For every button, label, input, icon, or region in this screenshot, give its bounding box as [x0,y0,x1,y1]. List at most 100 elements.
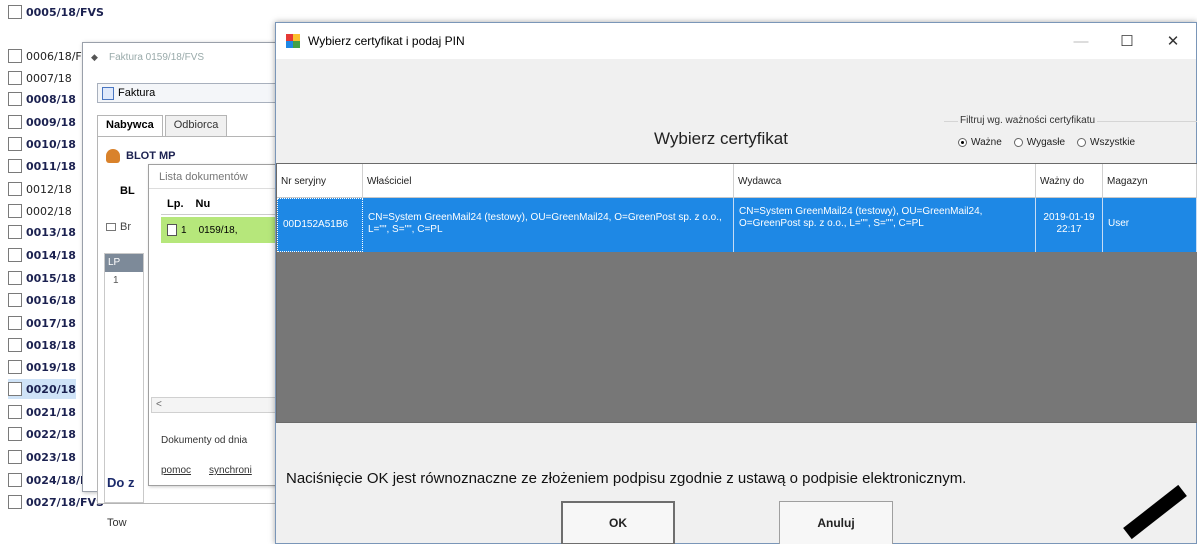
invoice-list-row[interactable]: 0013/18 [8,222,76,242]
cell-owner[interactable]: CN=System GreenMail24 (testowy), OU=Gree… [363,198,734,252]
maximize-button[interactable]: ☐ [1104,23,1150,59]
document-list-title: Lista dokumentów [149,165,277,189]
invoice-list-row[interactable]: 0010/18 [8,134,76,154]
grid-cell[interactable]: 1 [105,272,143,289]
checkbox[interactable] [8,450,22,464]
invoice-list-row[interactable]: 0016/18 [8,290,76,310]
document-type-label: Faktura [118,87,156,99]
invoice-list-row[interactable]: 0020/18 [8,379,76,399]
document-list-window: Lista dokumentów Lp. Nu 1 0159/18, < Dok… [148,164,279,486]
invoice-list-row[interactable]: 0019/18 [8,357,76,377]
invoice-list-label: 0027/18/FVS [26,495,104,509]
invoice-tabs: Nabywca Odbiorca [97,115,228,137]
col-number[interactable]: Nu [190,195,217,214]
invoice-list-row[interactable]: 0022/18 [8,424,76,444]
invoice-list-row[interactable]: 0021/18 [8,402,76,422]
checkbox[interactable] [8,49,22,63]
checkbox[interactable] [8,338,22,352]
invoice-list-row[interactable]: 0015/18 [8,268,76,288]
checkbox[interactable] [8,182,22,196]
help-link[interactable]: pomoc [161,465,191,476]
col-serial[interactable]: Nr seryjny [277,164,363,198]
checkbox[interactable] [8,225,22,239]
document-type-button[interactable]: Faktura [97,83,297,103]
invoice-list-label: 0021/18 [26,405,76,419]
invoice-list-row[interactable]: 0002/18 [8,201,72,221]
certificate-table: Nr seryjny Właściciel Wydawca Ważny do M… [276,163,1197,423]
invoice-list-label: 0022/18 [26,427,76,441]
invoice-list-row[interactable]: 0018/18 [8,335,76,355]
dialog-titlebar: Wybierz certyfikat i podaj PIN — ☐ ✕ [276,23,1196,59]
filter-valid-radio[interactable]: Ważne [958,137,1002,148]
sync-link[interactable]: synchroni [209,465,252,476]
do-zaplaty-label: Do z [107,475,135,490]
col-issuer[interactable]: Wydawca [734,164,1036,198]
invoice-list-row[interactable]: 0017/18 [8,313,76,333]
invoice-list-row[interactable]: 0008/18 [8,89,76,109]
invoice-list-label: 0013/18 [26,225,76,239]
col-owner[interactable]: Właściciel [363,164,734,198]
invoice-list-label: 0010/18 [26,137,76,151]
invoice-list-label: 0008/18 [26,92,76,106]
tab-recipient[interactable]: Odbiorca [164,115,228,137]
invoice-list-row[interactable]: 0027/18/FVS [8,492,104,512]
app-icon [286,34,300,48]
checkbox[interactable] [8,204,22,218]
filter-expired-radio[interactable]: Wygasłe [1013,137,1065,148]
checkbox[interactable] [8,71,22,85]
invoice-list-row[interactable]: 0009/18 [8,112,76,132]
checkbox[interactable] [8,159,22,173]
checkbox[interactable] [8,316,22,330]
certificate-dialog: Wybierz certyfikat i podaj PIN — ☐ ✕ Wyb… [275,22,1197,544]
dialog-title: Wybierz certyfikat i podaj PIN [308,34,465,48]
invoice-list-label: 0002/18 [26,204,72,218]
checkbox[interactable] [8,248,22,262]
col-valid-to[interactable]: Ważny do [1036,164,1103,198]
cancel-button[interactable]: Anuluj [779,501,893,544]
ok-button[interactable]: OK [561,501,675,544]
invoice-list-row[interactable]: 0011/18 [8,156,76,176]
document-row[interactable]: 1 0159/18, [161,217,279,243]
cell-serial[interactable]: 00D152A51B6 [277,198,363,252]
checkbox[interactable] [8,271,22,285]
checkbox[interactable] [8,427,22,441]
signature-statement: Naciśnięcie OK jest równoznaczne ze złoż… [286,470,967,487]
document-icon [167,224,177,236]
invoice-list-label: 0007/18 [26,71,72,85]
invoice-window-title: Faktura 0159/18/FVS [109,51,205,63]
invoice-window-titlebar: ◆ Faktura 0159/18/FVS [83,43,276,71]
invoice-list-row[interactable]: 0014/18 [8,245,76,265]
checkbox[interactable] [8,5,22,19]
cell-valid-to[interactable]: 2019-01-19 22:17 [1036,198,1103,252]
buyer-name: BLOT MP [126,150,176,162]
checkbox[interactable] [8,115,22,129]
documents-from-label: Dokumenty od dnia [161,435,248,446]
document-list-links: pomoc synchroni [161,465,252,476]
checkbox[interactable] [8,360,22,374]
goods-tab[interactable]: Tow [107,517,127,529]
col-store[interactable]: Magazyn [1103,164,1197,198]
validity-filter-group: Filtruj wg. ważności certyfikatu Ważne W… [944,115,1197,157]
scroll-left-icon[interactable]: < [156,399,162,410]
cell-issuer[interactable]: CN=System GreenMail24 (testowy), OU=Gree… [734,198,1036,252]
checkbox[interactable] [8,405,22,419]
filter-all-radio[interactable]: Wszystkie [1077,137,1135,148]
checkbox[interactable] [8,293,22,307]
horizontal-scrollbar[interactable]: < [151,397,277,413]
bank-icon [106,223,116,231]
invoice-list-row[interactable]: 0023/18 [8,447,76,467]
document-icon [102,86,114,100]
tab-buyer[interactable]: Nabywca [97,115,163,137]
checkbox[interactable] [8,92,22,106]
cell-store[interactable]: User [1103,198,1197,252]
invoice-list-row[interactable]: 0007/18 [8,68,72,88]
minimize-button[interactable]: — [1058,23,1104,59]
checkbox[interactable] [8,495,22,509]
invoice-list-row[interactable]: 0005/18/FVS [8,2,104,22]
col-lp[interactable]: Lp. [161,195,190,214]
checkbox[interactable] [8,473,22,487]
close-button[interactable]: ✕ [1150,23,1196,59]
checkbox[interactable] [8,137,22,151]
checkbox[interactable] [8,382,22,396]
invoice-list-row[interactable]: 0012/18 [8,179,72,199]
